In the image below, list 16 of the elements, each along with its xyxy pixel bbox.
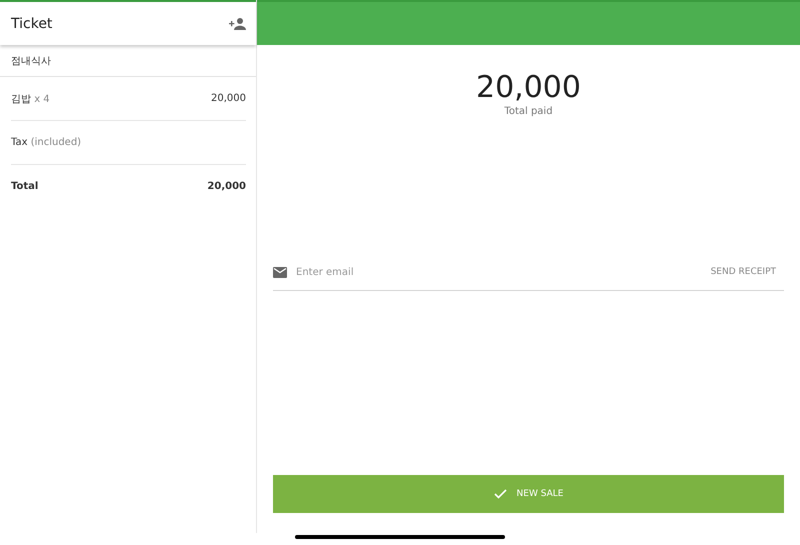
item-name: 김밥 x 4 bbox=[11, 92, 50, 106]
email-field[interactable]: Enter email SEND RECEIPT bbox=[273, 254, 784, 291]
add-person-icon bbox=[229, 18, 246, 30]
check-icon bbox=[494, 489, 507, 499]
new-sale-button[interactable]: NEW SALE bbox=[273, 475, 784, 513]
send-receipt-button[interactable]: SEND RECEIPT bbox=[702, 267, 784, 277]
paid-amount: 20,000 bbox=[475, 70, 582, 106]
tax-label: Tax (included) bbox=[11, 137, 82, 148]
panel-title: Ticket bbox=[11, 16, 52, 32]
add-customer-button[interactable] bbox=[229, 18, 246, 30]
paid-caption: Total paid bbox=[503, 106, 554, 117]
total-label: Total bbox=[11, 181, 38, 192]
email-icon bbox=[273, 266, 287, 278]
customer-name: 점내식사 bbox=[0, 45, 256, 77]
item-amount: 20,000 bbox=[211, 93, 246, 104]
total-amount: 20,000 bbox=[207, 181, 246, 192]
